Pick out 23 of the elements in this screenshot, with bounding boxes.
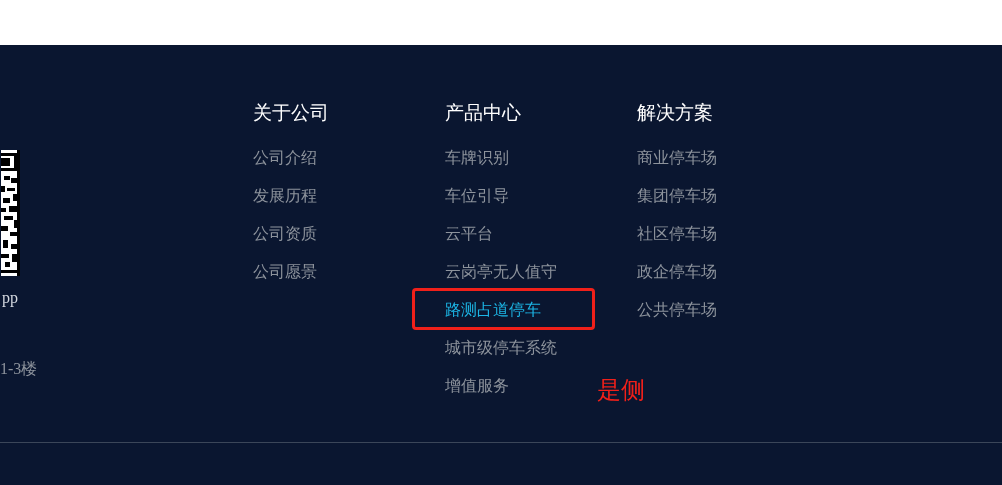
address-text: 1-3楼: [0, 359, 38, 379]
footer-link[interactable]: 云岗亭无人值守: [445, 261, 557, 283]
qr-caption: pp: [2, 288, 18, 308]
footer-link[interactable]: 发展历程: [253, 185, 317, 207]
footer-link[interactable]: 公司介绍: [253, 147, 317, 169]
column-heading: 产品中心: [445, 100, 522, 125]
footer-link[interactable]: 增值服务: [445, 375, 509, 397]
footer-link[interactable]: 车牌识别: [445, 147, 509, 169]
footer-link[interactable]: 公司资质: [253, 223, 317, 245]
footer-link[interactable]: 商业停车场: [637, 147, 717, 169]
qr-code-icon: [1, 150, 20, 276]
column-heading: 解决方案: [637, 100, 714, 125]
footer-link[interactable]: 社区停车场: [637, 223, 717, 245]
footer-link[interactable]: 集团停车场: [637, 185, 717, 207]
footer-link[interactable]: 云平台: [445, 223, 493, 245]
annotation-text: 是侧: [597, 375, 645, 405]
column-heading: 关于公司: [253, 100, 330, 125]
footer-link[interactable]: 政企停车场: [637, 261, 717, 283]
footer-link[interactable]: 车位引导: [445, 185, 509, 207]
footer-link[interactable]: 公共停车场: [637, 299, 717, 321]
footer-link[interactable]: 公司愿景: [253, 261, 317, 283]
footer-link[interactable]: 路测占道停车: [445, 299, 541, 321]
footer-link[interactable]: 城市级停车系统: [445, 337, 557, 359]
